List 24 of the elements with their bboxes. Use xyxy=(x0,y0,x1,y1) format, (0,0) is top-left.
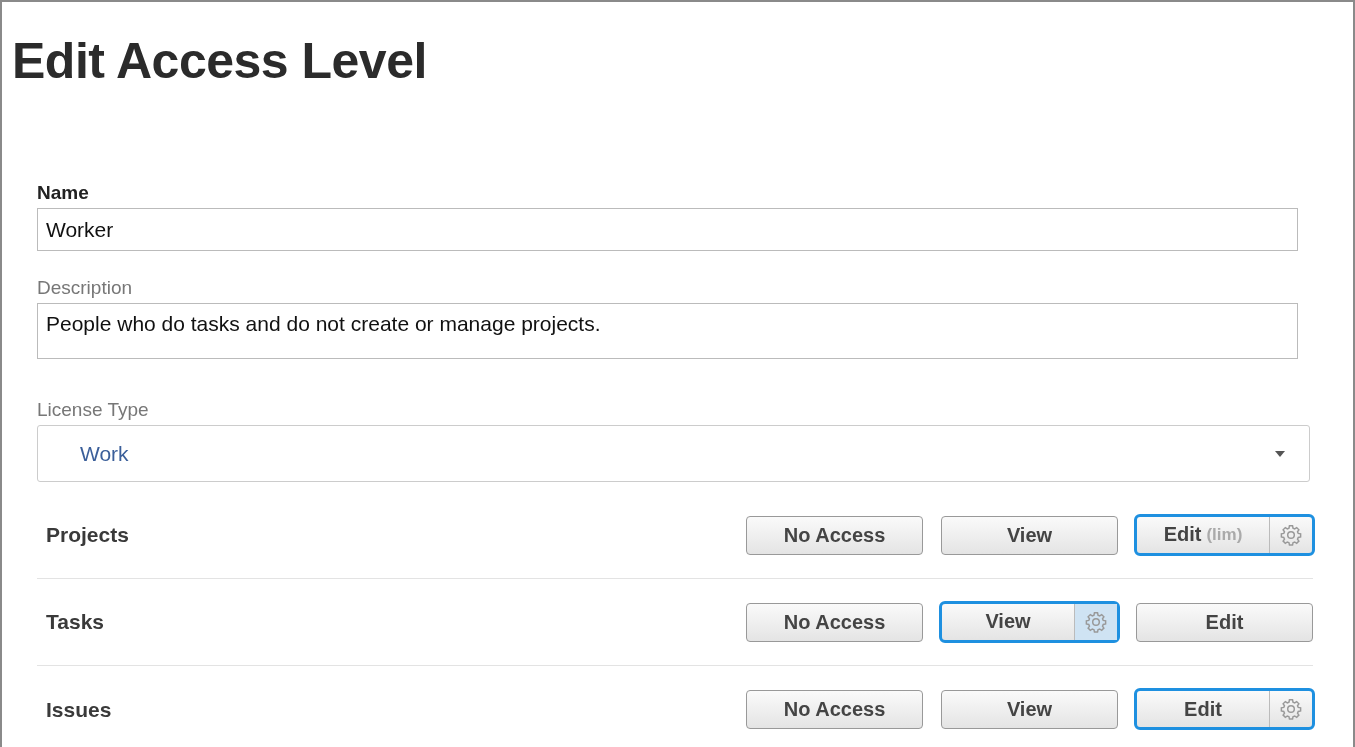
field-label: Description xyxy=(37,277,134,299)
access-option-button[interactable]: View xyxy=(941,515,1118,555)
access-option-button[interactable]: Edit xyxy=(1134,688,1315,730)
settings-icon xyxy=(1085,610,1107,633)
access-option-button[interactable]: View xyxy=(941,690,1118,729)
access-row-label: Issues xyxy=(46,697,112,722)
name-field[interactable]: Worker xyxy=(37,208,1298,251)
access-row-label: Tasks xyxy=(46,610,104,634)
settings-button[interactable] xyxy=(1074,603,1117,640)
license-type-dropdown[interactable]: Work xyxy=(37,425,1310,482)
field-label: Name xyxy=(37,182,90,204)
page-title: Edit Access Level xyxy=(12,32,428,90)
access-option-button[interactable]: Edit (lim) xyxy=(1134,513,1315,556)
settings-icon xyxy=(1280,698,1302,720)
access-option-button[interactable]: No Access xyxy=(746,602,923,642)
access-option-button[interactable]: View xyxy=(939,600,1120,643)
access-option-button[interactable]: Edit xyxy=(1136,602,1313,642)
access-row-label: Projects xyxy=(46,523,129,547)
access-option-button[interactable]: No Access xyxy=(746,690,923,729)
description-field[interactable]: People who do tasks and do not create or manage projects. xyxy=(37,303,1298,359)
access-option-button[interactable]: No Access xyxy=(746,515,923,555)
settings-icon xyxy=(1280,523,1302,546)
field-label: License Type xyxy=(37,399,150,421)
caret-icon xyxy=(1275,450,1285,457)
